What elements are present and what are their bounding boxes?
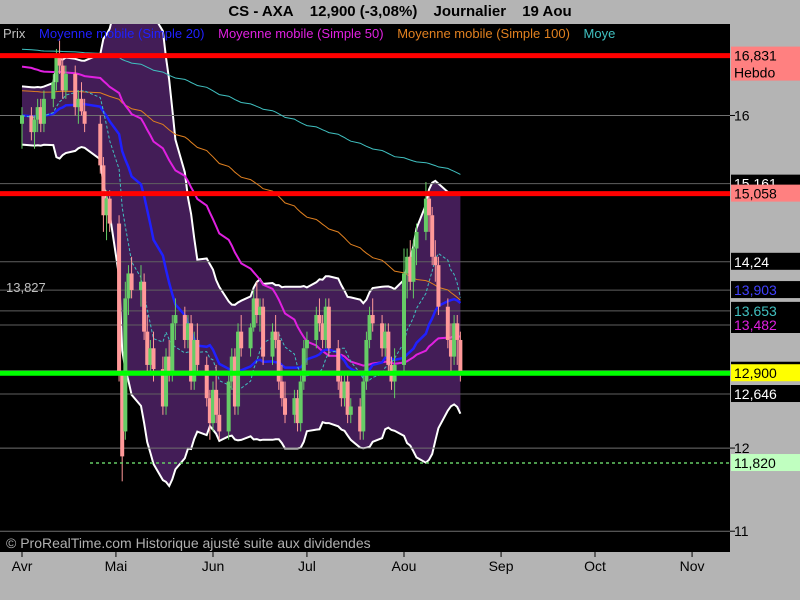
candle-body — [317, 315, 322, 324]
value-label: 12,900 — [734, 365, 777, 381]
footer-note: © ProRealTime.com Historique ajusté suit… — [6, 535, 371, 551]
last-price: 12,900 (-3,08%) — [309, 3, 418, 20]
value-label-box — [731, 281, 800, 299]
value-label: 13,482 — [734, 317, 777, 333]
value-label: 12,930 — [734, 363, 777, 379]
value-label: 13,903 — [734, 282, 777, 298]
x-tick-label: Sep — [489, 558, 514, 574]
candle-body — [82, 111, 87, 124]
candle-body — [63, 73, 68, 91]
candle-body — [248, 327, 253, 349]
period: Journalier — [433, 3, 507, 20]
candle-body — [455, 323, 460, 340]
x-tick-label: Jun — [202, 558, 225, 574]
value-label-box — [731, 301, 800, 319]
candle-body — [445, 306, 450, 340]
y-tick-label: 16 — [734, 107, 750, 123]
candle-body — [304, 339, 309, 349]
candle-body — [273, 331, 278, 340]
x-tick-label: Aou — [392, 558, 417, 574]
legend: Prix Moyenne mobile (Simple 20) Moyenne … — [3, 26, 727, 44]
x-tick-label: Avr — [12, 558, 33, 574]
date: 19 Aou — [522, 3, 572, 20]
candle-body — [301, 348, 306, 382]
candle-body — [117, 223, 122, 374]
plot-area[interactable]: 13,827 — [0, 24, 730, 552]
candle-body — [239, 331, 244, 349]
candle-body — [226, 381, 231, 432]
candle-body — [79, 98, 84, 112]
candle-body — [217, 414, 222, 432]
value-label-box — [731, 385, 800, 403]
bollinger-band-fill — [22, 24, 461, 486]
value-label: 12,646 — [734, 386, 777, 402]
candle-body — [411, 248, 416, 282]
candle-body — [414, 231, 419, 249]
left-level-label: 13,827 — [6, 280, 46, 295]
candle-body — [386, 331, 391, 365]
price-chart-svg[interactable]: 13,827 — [0, 24, 730, 552]
value-label: 14,24 — [734, 254, 769, 270]
value-label-box — [731, 454, 800, 472]
candle-body — [283, 398, 288, 415]
candle-body — [32, 119, 37, 133]
value-label-box — [731, 184, 800, 202]
y-tick-label: 12 — [734, 440, 750, 456]
candle-body — [51, 82, 56, 99]
candle-body — [107, 198, 112, 224]
value-label-box — [731, 46, 800, 81]
candle-body — [458, 339, 463, 374]
x-tick-label: Jul — [298, 558, 316, 574]
value-label: 13,653 — [734, 303, 777, 319]
value-label-box — [731, 364, 800, 382]
symbol: CS - AXA — [228, 3, 294, 20]
candle-body — [129, 273, 134, 291]
candle-body — [173, 315, 178, 324]
y-tick-label: 11 — [734, 523, 749, 539]
candle-body — [123, 298, 128, 432]
candle-body — [142, 281, 147, 332]
candle-body — [348, 406, 353, 415]
value-label: 15,058 — [734, 186, 777, 202]
legend-ma200: Moye — [583, 26, 616, 41]
x-tick-label: Oct — [584, 558, 606, 574]
candle-body — [433, 256, 438, 266]
x-tick-label: Nov — [680, 558, 705, 574]
candle-body — [41, 98, 46, 124]
value-sublabel: Hebdo — [734, 65, 775, 81]
x-tick-label: Mai — [105, 558, 128, 574]
candle-body — [98, 123, 103, 166]
candle-body — [427, 198, 432, 216]
value-label-box — [731, 361, 800, 379]
chart-title: CS - AXA 12,900 (-3,08%) Journalier 19 A… — [0, 0, 800, 24]
candle-body — [279, 381, 284, 399]
candle-body — [298, 381, 303, 424]
candle-body — [204, 364, 209, 399]
candle-body — [20, 115, 24, 124]
candle-body — [214, 389, 219, 415]
candle-body — [151, 348, 156, 370]
legend-ma20: Moyenne mobile (Simple 20) — [39, 26, 205, 41]
legend-ma50: Moyenne mobile (Simple 50) — [218, 26, 384, 41]
value-label-box — [731, 174, 800, 192]
candle-body — [336, 348, 341, 382]
candle-body — [195, 339, 200, 365]
value-label: 15,161 — [734, 176, 777, 192]
candle-body — [261, 306, 266, 357]
candle-body — [430, 215, 435, 257]
candle-body — [170, 323, 175, 374]
value-label: 11,820 — [734, 455, 776, 471]
candle-body — [370, 315, 375, 324]
candle-body — [436, 265, 441, 307]
candle-body — [326, 306, 331, 349]
legend-ma100: Moyenne mobile (Simple 100) — [397, 26, 570, 41]
candle-body — [361, 381, 366, 432]
value-label: 16,831 — [734, 48, 777, 64]
value-label-box — [731, 252, 800, 270]
candle-body — [402, 273, 406, 365]
candle-body — [57, 57, 62, 66]
legend-prix: Prix — [3, 26, 26, 41]
value-label-box — [731, 316, 800, 334]
